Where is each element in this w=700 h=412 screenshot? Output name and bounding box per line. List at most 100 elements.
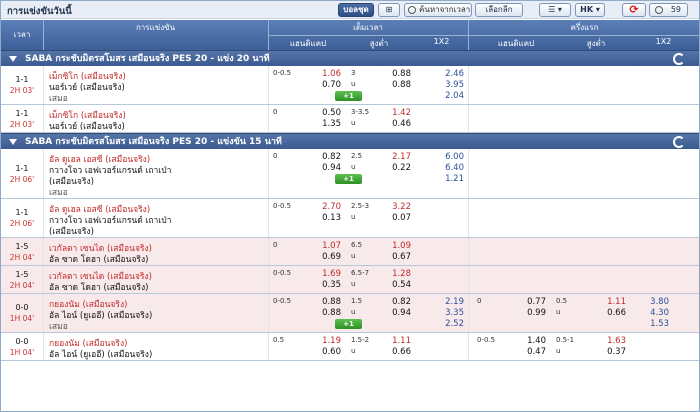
ou-over-odds[interactable]: 3.22 <box>371 202 411 212</box>
hdp-line: 0 <box>273 241 278 249</box>
match-time: 1-1 2H 03' <box>1 108 43 130</box>
ou-under-odds[interactable]: 0.67 <box>371 252 411 262</box>
ou-over-odds[interactable]: 2.17 <box>371 152 411 162</box>
hdp-home-odds[interactable]: 2.70 <box>301 202 341 212</box>
select-league-button[interactable]: เลือกลีก <box>475 3 523 17</box>
hdp-away-odds[interactable]: 0.35 <box>301 280 341 290</box>
ou-line: 6.5-7 <box>351 269 370 277</box>
more-bets-button[interactable]: +1 <box>335 174 362 184</box>
away-team: นอร์เวย์ (เสมือนจริง) <box>49 122 125 132</box>
fh-ou-under-odds[interactable]: 0.37 <box>586 347 626 357</box>
fh-hdp-away-odds[interactable]: 0.99 <box>506 308 546 318</box>
refresh-icon[interactable] <box>673 136 685 148</box>
hdp-away-odds[interactable]: 1.35 <box>301 119 341 129</box>
hdp-home-odds[interactable]: 0.82 <box>301 152 341 162</box>
divider <box>43 66 44 104</box>
x12-away-odds[interactable]: 3.35 <box>426 308 464 318</box>
hdp-away-odds[interactable]: 0.88 <box>301 308 341 318</box>
live-clock: 2H 03' <box>9 119 35 129</box>
ou-over-odds[interactable]: 1.28 <box>371 269 411 279</box>
ou-under-odds[interactable]: 0.46 <box>371 119 411 129</box>
fh-hdp-home-odds[interactable]: 0.77 <box>506 297 546 307</box>
hdp-home-odds[interactable]: 1.07 <box>301 241 341 251</box>
more-bets-button[interactable]: +1 <box>335 91 362 101</box>
ou-over-odds[interactable]: 1.42 <box>371 108 411 118</box>
hdp-away-odds[interactable]: 0.13 <box>301 213 341 223</box>
match-row: 1-5 2H 04' เวกัลตา เซนได (เสมือนจริง) อัล ซ… <box>1 266 699 294</box>
hdp-home-odds[interactable]: 1.69 <box>301 269 341 279</box>
x12-away-odds[interactable]: 6.40 <box>426 163 464 173</box>
timer-value: 59 <box>670 5 681 14</box>
refresh-button[interactable]: ⟳ <box>622 3 646 17</box>
x12-home-odds[interactable]: 2.19 <box>426 297 464 307</box>
ou-over-odds[interactable]: 1.09 <box>371 241 411 251</box>
ou-over-odds[interactable]: 1.11 <box>371 336 411 346</box>
score: 1-5 <box>15 241 29 251</box>
ou-under-odds[interactable]: 0.94 <box>371 308 411 318</box>
collapse-icon[interactable] <box>9 56 17 62</box>
divider <box>43 149 44 198</box>
hdp-away-odds[interactable]: 0.69 <box>301 252 341 262</box>
league-header[interactable]: SABA กระชับมิตรสโมสร เสมือนจริง PES 20 -… <box>1 50 699 66</box>
hdp-home-odds[interactable]: 1.06 <box>301 69 341 79</box>
fh-ou-over-odds[interactable]: 1.63 <box>586 336 626 346</box>
page-title: การแข่งขันวันนี้ <box>7 6 72 17</box>
divider <box>468 105 469 132</box>
x12-home-odds[interactable]: 2.46 <box>426 69 464 79</box>
hdp-home-odds[interactable]: 0.50 <box>301 108 341 118</box>
ou-under-odds[interactable]: 0.22 <box>371 163 411 173</box>
hdp-away-odds[interactable]: 0.60 <box>301 347 341 357</box>
hdp-line: 0-0.5 <box>273 269 292 277</box>
away-team: อัล ซาด โดฮา (เสมือนจริง) <box>49 255 149 265</box>
fh-ou-over-odds[interactable]: 1.11 <box>586 297 626 307</box>
odds-format-dropdown[interactable]: HK ▾ <box>575 3 605 17</box>
fh-x12-draw-odds[interactable]: 1.53 <box>631 319 669 329</box>
score: 1-5 <box>15 269 29 279</box>
search-by-time-label: ค้นหาจากเวลา <box>419 5 471 14</box>
match-row: 1-1 2H 06' อัล ดูเฮล เอสซี (เสมือนจริง) กวา… <box>1 199 699 238</box>
score: 0-0 <box>15 336 29 346</box>
fh-hdp-away-odds[interactable]: 0.47 <box>506 347 546 357</box>
fh-ou-under-odds[interactable]: 0.66 <box>586 308 626 318</box>
fh-ou-line: 0.5 <box>556 297 568 305</box>
ou-under-odds[interactable]: 0.07 <box>371 213 411 223</box>
refresh-icon[interactable] <box>673 53 685 65</box>
ou-over-odds[interactable]: 0.82 <box>371 297 411 307</box>
parlay-button[interactable]: บอลชุด <box>338 3 374 17</box>
more-bets-button[interactable]: +1 <box>335 319 362 329</box>
divider <box>43 199 44 237</box>
hdp-home-odds[interactable]: 1.19 <box>301 336 341 346</box>
divider <box>468 333 469 360</box>
fh-x12-home-odds[interactable]: 3.80 <box>631 297 669 307</box>
search-by-time-button[interactable]: ค้นหาจากเวลา <box>404 3 472 17</box>
ou-under-odds[interactable]: 0.66 <box>371 347 411 357</box>
x12-home-odds[interactable]: 6.00 <box>426 152 464 162</box>
fh-x12-away-odds[interactable]: 4.30 <box>631 308 669 318</box>
hdp-away-odds[interactable]: 0.70 <box>301 80 341 90</box>
hdp-home-odds[interactable]: 0.88 <box>301 297 341 307</box>
refresh-timer[interactable]: 59 <box>649 3 688 17</box>
col-fulltime: เต็มเวลา <box>353 23 383 32</box>
ou-line: 1.5 <box>351 297 363 305</box>
divider <box>268 266 269 293</box>
col-fh-ou: สูงต่ำ <box>586 39 606 48</box>
ou-under-odds[interactable]: 0.54 <box>371 280 411 290</box>
x12-draw-odds[interactable]: 1.21 <box>426 174 464 184</box>
add-button[interactable]: ⊞ <box>378 3 400 17</box>
league-header[interactable]: SABA กระชับมิตรสโมสร เสมือนจริง PES 20 -… <box>1 133 699 149</box>
hdp-away-odds[interactable]: 0.94 <box>301 163 341 173</box>
divider <box>268 199 269 237</box>
match-row: 1-1 2H 03' เม็กซิโก (เสมือนจริง) นอร์เวย์ (… <box>1 66 699 105</box>
sort-dropdown[interactable]: ☰ ▾ <box>539 3 571 17</box>
hdp-line: 0-0.5 <box>273 297 292 305</box>
ou-under-label: u <box>351 252 356 260</box>
collapse-icon[interactable] <box>9 139 17 145</box>
fh-hdp-home-odds[interactable]: 1.40 <box>506 336 546 346</box>
divider <box>468 294 469 332</box>
col-ft-ou: สูงต่ำ <box>369 39 389 48</box>
x12-draw-odds[interactable]: 2.52 <box>426 319 464 329</box>
ou-over-odds[interactable]: 0.88 <box>371 69 411 79</box>
x12-away-odds[interactable]: 3.95 <box>426 80 464 90</box>
x12-draw-odds[interactable]: 2.04 <box>426 91 464 101</box>
ou-under-odds[interactable]: 0.88 <box>371 80 411 90</box>
